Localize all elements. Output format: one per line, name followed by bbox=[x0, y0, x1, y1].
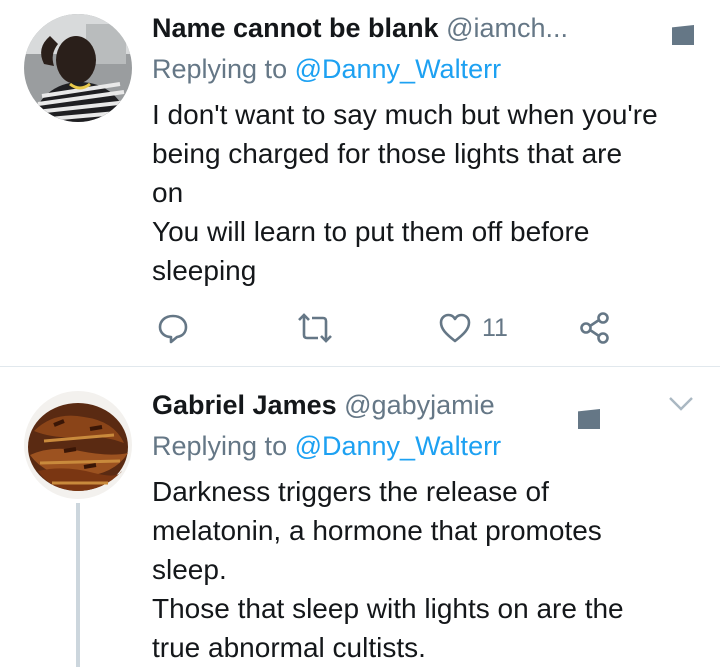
tweet-text-line: Darkness triggers the release of bbox=[152, 476, 549, 507]
display-name[interactable]: Name cannot be blank bbox=[152, 13, 439, 43]
share-icon bbox=[580, 312, 609, 344]
thread-line bbox=[76, 503, 80, 667]
user-handle[interactable]: @gabyjamie bbox=[344, 390, 494, 420]
retweet-icon bbox=[298, 313, 332, 343]
display-name[interactable]: Gabriel James bbox=[152, 390, 337, 420]
tweet-text-line: I don't want to say much but when you're bbox=[152, 99, 658, 130]
tweet-text-line: true abnormal cultists. bbox=[152, 632, 426, 663]
share-button[interactable] bbox=[578, 308, 612, 348]
heart-icon bbox=[439, 313, 471, 343]
tweet-header: Gabriel James @gabyjamie bbox=[152, 389, 495, 421]
avatar-photo bbox=[24, 14, 132, 122]
replying-mention-link[interactable]: @Danny_Walterr bbox=[295, 54, 501, 84]
replying-mention-link[interactable]: @Danny_Walterr bbox=[295, 431, 501, 461]
like-count: 11 bbox=[482, 313, 508, 342]
avatar[interactable] bbox=[24, 14, 132, 122]
reply-icon bbox=[158, 314, 188, 344]
avatar[interactable] bbox=[24, 391, 132, 499]
replying-to-line: Replying to @Danny_Walterr bbox=[152, 53, 501, 85]
retweet-button[interactable] bbox=[296, 308, 334, 348]
options-flag-icon[interactable] bbox=[578, 409, 600, 429]
options-flag-icon[interactable] bbox=[672, 25, 694, 45]
tweet-text-line: You will learn to put them off before bbox=[152, 216, 590, 247]
tweet-text-line: sleep. bbox=[152, 554, 227, 585]
tweet-1[interactable]: Name cannot be blank @iamch... Replying … bbox=[0, 0, 720, 366]
replying-prefix: Replying to bbox=[152, 54, 295, 84]
tweet-text: Darkness triggers the release of melaton… bbox=[152, 472, 712, 667]
tweet-text-line: sleeping bbox=[152, 255, 257, 286]
avatar-photo bbox=[24, 391, 132, 499]
tweet-actions: 11 bbox=[152, 308, 622, 348]
replying-to-line: Replying to @Danny_Walterr bbox=[152, 430, 501, 462]
replying-prefix: Replying to bbox=[152, 431, 295, 461]
like-button[interactable]: 11 bbox=[438, 308, 508, 348]
tweet-text-line: on bbox=[152, 177, 184, 208]
reply-button[interactable] bbox=[156, 308, 190, 348]
chevron-down-icon[interactable] bbox=[668, 395, 694, 413]
user-handle[interactable]: @iamch... bbox=[446, 13, 568, 43]
tweet-text: I don't want to say much but when you're… bbox=[152, 95, 712, 290]
tweet-text-line: melatonin, a hormone that promotes bbox=[152, 515, 602, 546]
tweet-header: Name cannot be blank @iamch... bbox=[152, 12, 568, 44]
tweet-text-line: Those that sleep with lights on are the bbox=[152, 593, 624, 624]
tweet-text-line: being charged for those lights that are bbox=[152, 138, 623, 169]
